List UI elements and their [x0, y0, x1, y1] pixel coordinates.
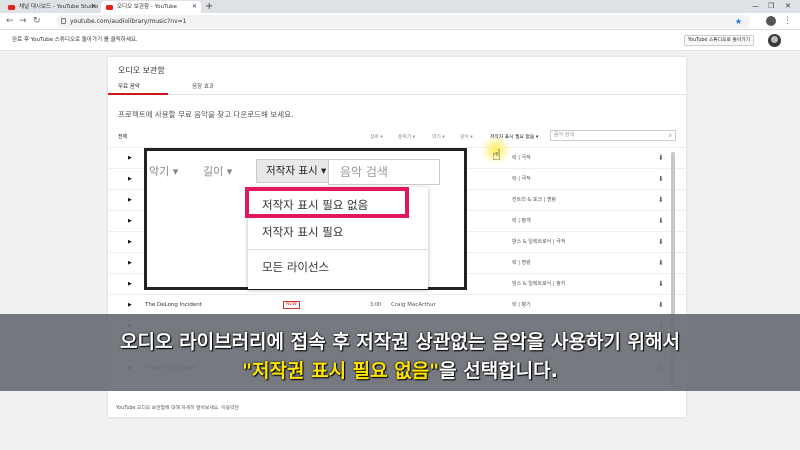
- lock-icon: [61, 18, 66, 24]
- play-icon[interactable]: ▶: [128, 148, 132, 169]
- play-icon[interactable]: ▶: [128, 295, 132, 316]
- option-attribution-required[interactable]: 저작자 표시 필요: [262, 224, 343, 240]
- track-genre: 댄스 & 일렉트로닉 | 펑키: [512, 281, 566, 287]
- download-icon[interactable]: ⬇: [658, 211, 664, 232]
- zoom-filter-instrument[interactable]: 악기 ▾: [149, 163, 178, 179]
- new-badge: NEW: [283, 301, 300, 309]
- hand-cursor-icon: ☝: [492, 146, 502, 164]
- filter-all[interactable]: 전체: [118, 133, 127, 140]
- card-footer-text[interactable]: YouTube 오디오 보관함에 대해 자세히 알아보세요. 이용약관: [116, 404, 239, 411]
- active-tab-underline: [108, 93, 168, 95]
- download-icon[interactable]: ⬇: [658, 169, 664, 190]
- highlight-box: [245, 187, 409, 218]
- download-icon[interactable]: ⬇: [658, 295, 664, 316]
- address-bar-row: ← → ↻ youtube.com/audiolibrary/music?nv=…: [0, 13, 800, 30]
- url-field[interactable]: youtube.com/audiolibrary/music?nv=1 ★: [56, 15, 750, 28]
- filter-length[interactable]: 길이 ▾: [460, 133, 473, 140]
- browser-tab-studio[interactable]: 채널 대시보드 - YouTube Studio ✕: [3, 1, 100, 13]
- track-artist: Craig MacArthur: [391, 302, 436, 308]
- new-tab-button[interactable]: +: [205, 0, 213, 13]
- play-icon[interactable]: ▶: [128, 211, 132, 232]
- search-placeholder: 음악 검색: [554, 132, 574, 138]
- download-icon[interactable]: ⬇: [658, 274, 664, 295]
- page-title: 오디오 보관함: [118, 66, 165, 75]
- download-icon[interactable]: ⬇: [658, 253, 664, 274]
- dropdown-divider: [248, 249, 428, 250]
- profile-icon[interactable]: [766, 16, 776, 26]
- back-arrow-icon[interactable]: ←: [6, 15, 14, 28]
- track-title: The DeLong Incident: [145, 302, 202, 308]
- download-icon[interactable]: ⬇: [658, 148, 664, 169]
- filter-mood[interactable]: 분위기 ▾: [398, 133, 415, 140]
- download-icon[interactable]: ⬇: [658, 232, 664, 253]
- menu-dots-icon[interactable]: ⋮: [783, 15, 792, 28]
- close-tab-icon[interactable]: ✕: [91, 1, 96, 13]
- play-icon[interactable]: ▶: [128, 232, 132, 253]
- tabs-divider: [108, 94, 686, 95]
- tab-label: 오디오 보관함 - YouTube: [117, 4, 177, 10]
- track-genre: 락 | 극적: [512, 176, 531, 182]
- zoomed-filter-callout: 악기 ▾ 길이 ▾ 저작자 표시 ▾ 음악 검색 저작자 표시 필요 없음 저작…: [144, 148, 467, 290]
- caption-banner: 오디오 라이브러리에 접속 후 저작권 상관없는 음악을 사용하기 위해서 "저…: [0, 314, 800, 391]
- play-icon[interactable]: ▶: [128, 253, 132, 274]
- close-window-icon[interactable]: ✕: [785, 0, 791, 12]
- play-icon[interactable]: ▶: [128, 190, 132, 211]
- track-genre: 락 | 평개: [512, 218, 531, 224]
- zoom-music-search-input[interactable]: 음악 검색: [328, 159, 440, 185]
- music-search-input[interactable]: 음악 검색 ⌕: [550, 130, 676, 141]
- caption-line-2: "저작권 표시 필요 없음"을 선택합니다.: [0, 356, 800, 383]
- track-genre: 락 | 명랑: [512, 260, 531, 266]
- track-duration: 3:00: [370, 302, 382, 308]
- browser-tab-bar: 채널 대시보드 - YouTube Studio ✕ 오디오 보관함 - You…: [0, 0, 800, 13]
- caption-rest-text: 을 선택합니다.: [439, 360, 558, 382]
- page-description: 프로젝트에 사용할 무료 음악을 찾고 다운로드해 보세요.: [118, 110, 294, 119]
- caption-highlight-text: "저작권 표시 필요 없음": [242, 360, 440, 382]
- caption-line-1: 오디오 라이브러리에 접속 후 저작권 상관없는 음악을 사용하기 위해서: [120, 331, 680, 353]
- browser-tab-audio-library[interactable]: 오디오 보관함 - YouTube ✕: [101, 1, 201, 13]
- youtube-favicon-icon: [106, 4, 113, 10]
- reload-icon[interactable]: ↻: [33, 15, 41, 28]
- notice-text: 완료 후 YouTube 스튜디오로 돌아가기 를 클릭하세요.: [12, 37, 138, 43]
- maximize-icon[interactable]: ❐: [768, 0, 774, 12]
- avatar[interactable]: [768, 34, 781, 47]
- track-genre: 컨트리 & 포크 | 명랑: [512, 197, 557, 203]
- youtube-favicon-icon: [8, 4, 15, 10]
- studio-notice-bar: 완료 후 YouTube 스튜디오로 돌아가기 를 클릭하세요. YouTube…: [0, 30, 800, 51]
- filter-genre[interactable]: 장르 ▾: [370, 133, 383, 140]
- forward-arrow-icon[interactable]: →: [19, 15, 27, 28]
- tab-sound-effects[interactable]: 음향 효과: [192, 82, 214, 92]
- download-icon[interactable]: ⬇: [658, 190, 664, 211]
- track-genre: 락 | 평기: [512, 302, 531, 308]
- close-tab-icon[interactable]: ✕: [192, 1, 197, 13]
- tab-free-music[interactable]: 무료 음악: [118, 82, 140, 92]
- zoom-filter-length[interactable]: 길이 ▾: [203, 163, 232, 179]
- track-genre: 댄스 & 일렉트로닉 | 극적: [512, 239, 566, 245]
- tab-label: 채널 대시보드 - YouTube Studio: [19, 4, 99, 10]
- track-genre: 락 | 극적: [512, 155, 531, 161]
- search-icon[interactable]: ⌕: [669, 131, 672, 140]
- play-icon[interactable]: ▶: [128, 274, 132, 295]
- back-to-studio-button[interactable]: YouTube 스튜디오로 돌아가기: [684, 35, 754, 46]
- play-icon[interactable]: ▶: [128, 169, 132, 190]
- filter-instrument[interactable]: 악기 ▾: [432, 133, 445, 140]
- option-all-licenses[interactable]: 모든 라이선스: [262, 259, 329, 275]
- minimize-icon[interactable]: —: [752, 0, 759, 12]
- bookmark-star-icon[interactable]: ★: [735, 15, 742, 28]
- table-row[interactable]: ▶ The DeLong Incident NEW 3:00 Craig MacArth…: [108, 294, 686, 315]
- url-text: youtube.com/audiolibrary/music?nv=1: [70, 18, 187, 25]
